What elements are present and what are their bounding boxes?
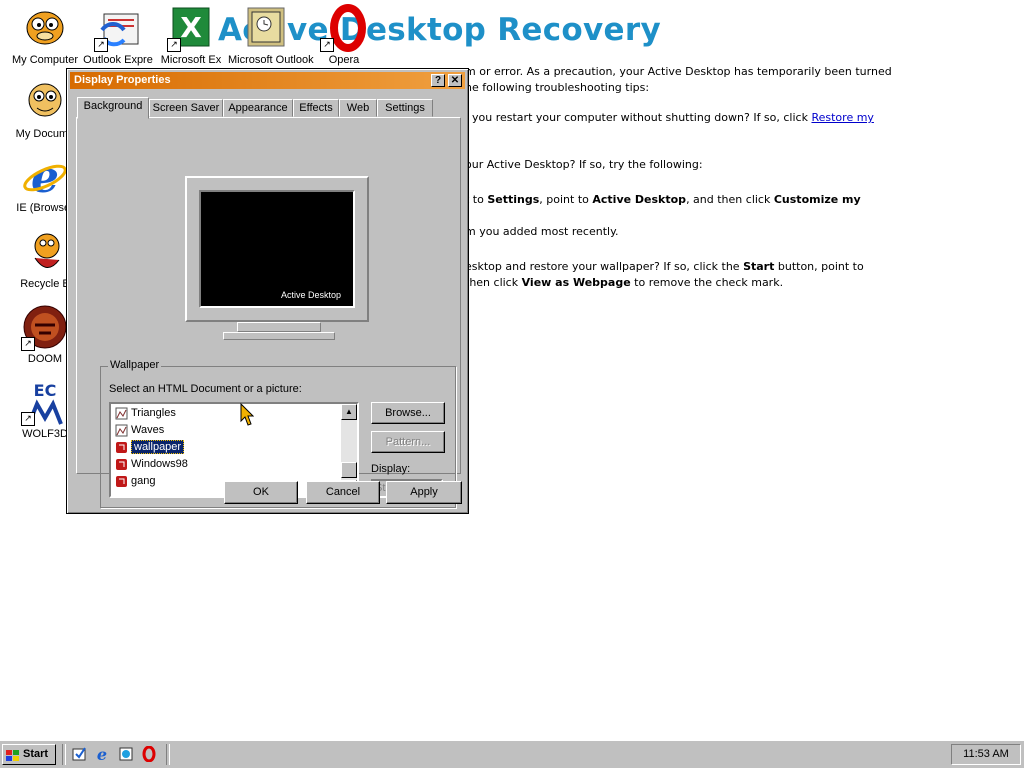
- outlook-icon: [242, 4, 290, 52]
- opera-quicklaunch-icon[interactable]: [141, 745, 157, 763]
- excel-icon: X ↗: [167, 4, 215, 52]
- svg-text:e: e: [31, 152, 59, 200]
- bitmap-file-icon: [115, 424, 128, 437]
- tab-appearance[interactable]: Appearance: [223, 99, 293, 117]
- recovery-text-line: m you added most recently.: [465, 225, 619, 238]
- garfield-documents-icon: [21, 78, 69, 126]
- recovery-text-line: you restart your computer without shutti…: [472, 111, 874, 124]
- mouse-cursor-icon: [240, 402, 255, 432]
- html-file-icon: [115, 441, 128, 454]
- preview-text: Active Desktop: [280, 290, 341, 300]
- garfield-computer-icon: [21, 4, 69, 52]
- list-item[interactable]: Triangles: [115, 405, 176, 422]
- restore-link[interactable]: Restore my: [811, 111, 873, 124]
- html-file-icon: [115, 475, 128, 488]
- list-item-selected[interactable]: wallpaper: [115, 439, 185, 456]
- list-item[interactable]: Waves: [115, 422, 164, 439]
- dialog-title: Display Properties: [74, 74, 171, 86]
- internet-explorer-icon: e: [21, 152, 69, 203]
- outlook-express-icon: ↗: [94, 4, 142, 52]
- show-desktop-icon[interactable]: [72, 746, 88, 762]
- display-properties-dialog: Display Properties ? ✕ Background Screen…: [66, 68, 469, 514]
- channels-icon[interactable]: [118, 746, 134, 762]
- shortcut-arrow-icon: ↗: [21, 337, 35, 351]
- desktop-icon-microsoft-outlook[interactable]: Microsoft Outlook: [228, 4, 314, 66]
- svg-text:e: e: [97, 746, 107, 762]
- shortcut-arrow-icon: ↗: [320, 38, 334, 52]
- desktop-icon-opera[interactable]: ↗ Opera: [306, 4, 382, 66]
- background-tab-panel: Active Desktop Wallpaper Select an HTML …: [76, 117, 461, 508]
- wallpaper-group-title: Wallpaper: [108, 359, 162, 371]
- browse-button[interactable]: Browse...: [371, 402, 445, 424]
- recovery-text-line: he following troubleshooting tips:: [465, 81, 650, 94]
- desktop-icon-microsoft-excel[interactable]: X ↗ Microsoft Ex: [153, 4, 229, 66]
- list-item[interactable]: Windows98: [115, 456, 188, 473]
- preview-screen: Active Desktop: [199, 190, 355, 308]
- tab-settings[interactable]: Settings: [377, 99, 433, 117]
- recovery-text-line: esktop and restore your wallpaper? If so…: [465, 260, 864, 273]
- monitor-preview: Active Desktop: [185, 176, 369, 322]
- scroll-up-button[interactable]: ▲: [341, 404, 357, 420]
- wolf3d-icon: EC ↗: [21, 378, 69, 426]
- scroll-thumb[interactable]: [341, 462, 357, 478]
- doom-icon: ↗: [21, 303, 69, 351]
- svg-text:X: X: [180, 11, 202, 44]
- monitor-stand-neck: [237, 322, 321, 332]
- display-label: Display:: [371, 463, 411, 475]
- taskbar: Start e 11:53 AM: [0, 740, 1024, 768]
- windows-logo-icon: [6, 749, 20, 761]
- tab-background[interactable]: Background: [77, 97, 149, 119]
- shortcut-arrow-icon: ↗: [94, 38, 108, 52]
- shortcut-arrow-icon: ↗: [167, 38, 181, 52]
- dialog-titlebar[interactable]: Display Properties ? ✕: [70, 72, 465, 89]
- taskbar-clock[interactable]: 11:53 AM: [951, 744, 1021, 765]
- apply-button[interactable]: Apply: [386, 481, 462, 504]
- list-item[interactable]: gang: [115, 473, 155, 490]
- tab-effects[interactable]: Effects: [293, 99, 339, 117]
- recovery-text-line: m or error. As a precaution, your Active…: [465, 65, 892, 78]
- start-button[interactable]: Start: [2, 744, 56, 765]
- recovery-text-line: then click View as Webpage to remove the…: [465, 276, 784, 289]
- ie-quicklaunch-icon[interactable]: e: [94, 745, 110, 764]
- recovery-text-line: t to Settings, point to Active Desktop, …: [465, 193, 861, 206]
- taskbar-separator: [62, 744, 66, 765]
- garfield-recycle-icon: [21, 228, 69, 276]
- desktop-icon-outlook-express[interactable]: ↗ Outlook Expre: [80, 4, 156, 66]
- taskbar-separator: [166, 744, 170, 765]
- pattern-button: Pattern...: [371, 431, 445, 453]
- close-button[interactable]: ✕: [448, 74, 462, 87]
- desktop-icon-my-computer[interactable]: My Computer: [7, 4, 83, 66]
- html-file-icon: [115, 458, 128, 471]
- tab-web[interactable]: Web: [339, 99, 377, 117]
- svg-text:EC: EC: [34, 381, 57, 400]
- opera-icon: ↗: [320, 4, 368, 52]
- help-button[interactable]: ?: [431, 74, 445, 87]
- select-label: Select an HTML Document or a picture:: [109, 383, 302, 395]
- monitor-stand-base: [223, 332, 335, 340]
- ok-button[interactable]: OK: [224, 481, 298, 504]
- tab-screen-saver[interactable]: Screen Saver: [149, 99, 223, 117]
- shortcut-arrow-icon: ↗: [21, 412, 35, 426]
- recovery-text-line: our Active Desktop? If so, try the follo…: [465, 158, 703, 171]
- cancel-button[interactable]: Cancel: [306, 481, 380, 504]
- bitmap-file-icon: [115, 407, 128, 420]
